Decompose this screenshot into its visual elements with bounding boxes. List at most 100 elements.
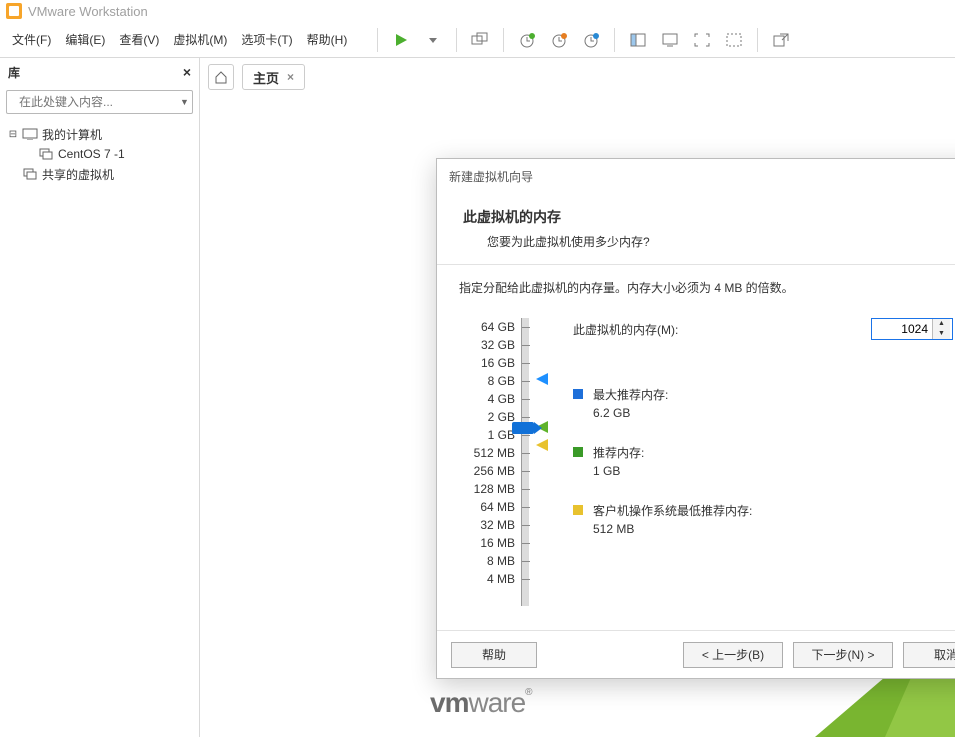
- collapse-icon[interactable]: ⊟: [8, 129, 18, 140]
- dialog-title: 新建虚拟机向导: [449, 168, 533, 185]
- view-fullscreen-button[interactable]: [689, 27, 715, 53]
- memory-input[interactable]: [872, 319, 932, 339]
- ruler-label: 64 GB: [459, 318, 515, 336]
- clock-back-icon: [551, 32, 567, 48]
- tab-label: 主页: [253, 68, 279, 87]
- menu-vm[interactable]: 虚拟机(M): [173, 31, 227, 48]
- menu-file[interactable]: 文件(F): [12, 31, 51, 48]
- vm-icon: [38, 148, 54, 160]
- snapshot-take-button[interactable]: [514, 27, 540, 53]
- tab-bar: 主页 ×: [200, 58, 955, 94]
- new-vm-wizard-dialog: 新建虚拟机向导 ✕ 此虚拟机的内存 您要为此虚拟机使用多少内存? 指定分配给此虚…: [436, 158, 955, 679]
- content-area: 主页 × 远程服务器 vmware® 新建虚拟机向导 ✕ 此虚拟机的内: [200, 58, 955, 737]
- ruler-label: 1 GB: [459, 426, 515, 444]
- sidebar-header: 库 ×: [0, 58, 199, 86]
- view-single-button[interactable]: [625, 27, 651, 53]
- memory-slider[interactable]: [521, 318, 529, 606]
- help-button[interactable]: 帮助: [451, 642, 537, 668]
- ruler-label: 32 MB: [459, 516, 515, 534]
- legend-min-label: 客户机操作系统最低推荐内存:: [593, 502, 752, 520]
- legend-rec-label: 推荐内存:: [593, 444, 644, 462]
- ruler-label: 512 MB: [459, 444, 515, 462]
- memory-row: 64 GB 32 GB 16 GB 8 GB 4 GB 2 GB 1 GB 51…: [459, 318, 955, 606]
- legend-max: 最大推荐内存: 6.2 GB: [573, 386, 955, 422]
- dialog-heading: 此虚拟机的内存: [463, 207, 955, 227]
- cancel-button[interactable]: 取消: [903, 642, 955, 668]
- ruler-label: 4 GB: [459, 390, 515, 408]
- tree-label: 共享的虚拟机: [42, 166, 114, 183]
- ruler-label: 8 GB: [459, 372, 515, 390]
- spinner-up-icon[interactable]: ▲: [933, 319, 950, 329]
- ruler-label: 256 MB: [459, 462, 515, 480]
- menu-help[interactable]: 帮助(H): [307, 31, 348, 48]
- tree-node-centos[interactable]: CentOS 7 -1: [4, 144, 195, 164]
- fullscreen-icon: [694, 33, 710, 47]
- ruler-labels: 64 GB 32 GB 16 GB 8 GB 4 GB 2 GB 1 GB 51…: [459, 318, 515, 606]
- view-unity-button[interactable]: [721, 27, 747, 53]
- toolbar-separator: [757, 28, 758, 52]
- tree-label: CentOS 7 -1: [58, 147, 125, 161]
- menu-bar: 文件(F) 编辑(E) 查看(V) 虚拟机(M) 选项卡(T) 帮助(H): [0, 22, 955, 58]
- monitor-icon: [662, 33, 678, 47]
- legend-min: 客户机操作系统最低推荐内存: 512 MB: [573, 502, 955, 538]
- ruler-label: 16 MB: [459, 534, 515, 552]
- menu-edit[interactable]: 编辑(E): [65, 31, 105, 48]
- memory-input-row: 此虚拟机的内存(M): ▲ ▼ MB: [573, 318, 955, 340]
- next-button[interactable]: 下一步(N) >: [793, 642, 893, 668]
- search-input[interactable]: [19, 95, 174, 109]
- ruler-label: 4 MB: [459, 570, 515, 588]
- snapshot-revert-button[interactable]: [546, 27, 572, 53]
- ruler-label: 64 MB: [459, 498, 515, 516]
- legend-green-icon: [573, 447, 583, 457]
- memory-spinner[interactable]: ▲ ▼: [871, 318, 953, 340]
- tab-home[interactable]: 主页 ×: [242, 64, 305, 90]
- legend-blue-icon: [573, 389, 583, 399]
- memory-settings: 此虚拟机的内存(M): ▲ ▼ MB: [547, 318, 955, 544]
- toolbar-separator: [456, 28, 457, 52]
- snapshot-manage-button[interactable]: [578, 27, 604, 53]
- tree-node-mycomputer[interactable]: ⊟ 我的计算机: [4, 124, 195, 144]
- vmware-brand: vmware®: [430, 687, 532, 719]
- shared-vm-icon: [22, 168, 38, 180]
- clock-gear-icon: [583, 32, 599, 48]
- search-dropdown-icon[interactable]: ▼: [180, 97, 189, 107]
- ruler-label: 16 GB: [459, 354, 515, 372]
- ruler-label: 8 MB: [459, 552, 515, 570]
- library-tree: ⊟ 我的计算机 CentOS 7 -1 共享的虚拟机: [0, 118, 199, 190]
- menu-view[interactable]: 查看(V): [119, 31, 159, 48]
- play-dropdown[interactable]: [420, 27, 446, 53]
- dialog-body: 指定分配给此虚拟机的内存量。内存大小必须为 4 MB 的倍数。 64 GB 32…: [437, 265, 955, 630]
- play-button[interactable]: [388, 27, 414, 53]
- ruler-label: 2 GB: [459, 408, 515, 426]
- toolbar-separator: [614, 28, 615, 52]
- clock-plus-icon: [519, 32, 535, 48]
- menu-tabs[interactable]: 选项卡(T): [241, 31, 292, 48]
- sidebar-close-icon[interactable]: ×: [183, 64, 191, 80]
- dialog-header: 此虚拟机的内存 您要为此虚拟机使用多少内存?: [437, 193, 955, 264]
- monitor-icon: [22, 128, 38, 140]
- dialog-titlebar[interactable]: 新建虚拟机向导 ✕: [437, 159, 955, 193]
- tree-node-shared[interactable]: 共享的虚拟机: [4, 164, 195, 184]
- sidebar-search[interactable]: ▼: [6, 90, 193, 114]
- view-popup-button[interactable]: [768, 27, 794, 53]
- tab-close-icon[interactable]: ×: [287, 70, 294, 84]
- dialog-footer: 帮助 < 上一步(B) 下一步(N) > 取消: [437, 630, 955, 678]
- home-icon-button[interactable]: [208, 64, 234, 90]
- main-area: 库 × ▼ ⊟ 我的计算机 CentOS 7 -1 共享的虚拟机: [0, 58, 955, 737]
- toolbar: [373, 27, 794, 53]
- legend-recommended: 推荐内存: 1 GB: [573, 444, 955, 480]
- memory-input-label: 此虚拟机的内存(M):: [573, 321, 678, 338]
- legend-yellow-icon: [573, 505, 583, 515]
- max-memory-pointer-icon: [536, 373, 548, 385]
- app-title: VMware Workstation: [28, 4, 148, 19]
- app-logo-icon: [6, 3, 22, 19]
- memory-ruler-wrap: 64 GB 32 GB 16 GB 8 GB 4 GB 2 GB 1 GB 51…: [459, 318, 529, 606]
- snapshot-button[interactable]: [467, 27, 493, 53]
- legend-rec-value: 1 GB: [593, 462, 644, 480]
- spinner-down-icon[interactable]: ▼: [933, 329, 950, 339]
- back-button[interactable]: < 上一步(B): [683, 642, 783, 668]
- ruler-label: 32 GB: [459, 336, 515, 354]
- spinner-buttons[interactable]: ▲ ▼: [932, 319, 950, 339]
- slider-handle[interactable]: [512, 422, 534, 434]
- view-console-button[interactable]: [657, 27, 683, 53]
